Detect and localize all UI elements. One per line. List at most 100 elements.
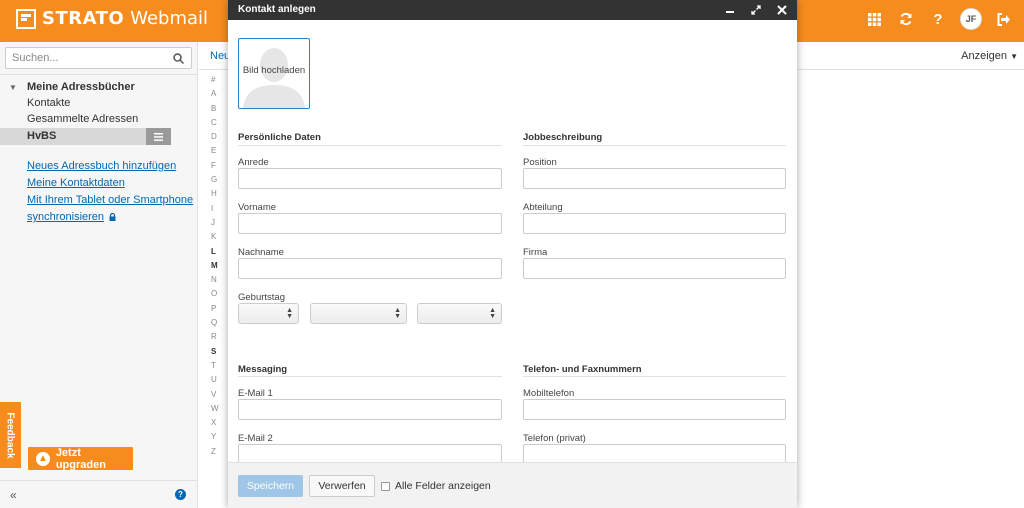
- feedback-tab[interactable]: Feedback: [0, 402, 21, 468]
- addressbook-item-label: HvBS: [27, 130, 57, 142]
- discard-button[interactable]: Verwerfen: [309, 475, 375, 497]
- company-label: Firma: [523, 247, 548, 258]
- collapse-sidebar-icon[interactable]: «: [10, 488, 17, 502]
- sidebar-divider: [0, 74, 198, 75]
- alphabet-letter[interactable]: V: [211, 388, 221, 402]
- product-name: Webmail: [130, 8, 209, 29]
- alphabet-letter[interactable]: H: [211, 187, 221, 201]
- department-label: Abteilung: [523, 202, 563, 213]
- alphabet-letter[interactable]: C: [211, 116, 221, 130]
- lastname-field[interactable]: [238, 258, 502, 279]
- alphabet-letter[interactable]: O: [211, 287, 221, 301]
- section-divider: [238, 145, 502, 146]
- alphabet-letter[interactable]: I: [211, 202, 221, 216]
- birthday-label: Geburtstag: [238, 292, 285, 303]
- brand-name: STRATO: [42, 8, 125, 29]
- firstname-label: Vorname: [238, 202, 277, 213]
- lock-icon: [109, 213, 116, 221]
- maximize-icon[interactable]: [749, 3, 763, 17]
- alphabet-letter[interactable]: N: [211, 273, 221, 287]
- section-title-phone: Telefon- und Faxnummern: [523, 364, 642, 375]
- section-divider: [523, 145, 786, 146]
- minimize-icon[interactable]: [723, 3, 737, 17]
- alphabet-letter[interactable]: U: [211, 373, 221, 387]
- alphabet-letter[interactable]: S: [211, 345, 221, 359]
- email1-field[interactable]: [238, 399, 502, 420]
- sync-link-label: synchronisieren: [27, 211, 105, 223]
- section-title-messaging: Messaging: [238, 364, 288, 375]
- search-input[interactable]: [6, 48, 166, 68]
- birthday-day-select[interactable]: ▲ ▼: [238, 303, 299, 324]
- alphabet-letter[interactable]: M: [211, 259, 221, 273]
- birthday-year-select[interactable]: ▲ ▼: [417, 303, 502, 324]
- alphabet-letter[interactable]: #: [211, 73, 221, 87]
- sync-devices-link[interactable]: Mit Ihrem Tablet oder Smartphone: [27, 194, 193, 206]
- alphabet-letter[interactable]: G: [211, 173, 221, 187]
- addressbook-item[interactable]: Gesammelte Adressen: [27, 113, 138, 125]
- upload-photo-label: Bild hochladen: [242, 65, 306, 76]
- alphabet-letter[interactable]: A: [211, 87, 221, 101]
- alphabet-letter[interactable]: B: [211, 102, 221, 116]
- show-all-fields-label[interactable]: Alle Felder anzeigen: [395, 480, 491, 492]
- alphabet-letter[interactable]: F: [211, 159, 221, 173]
- alphabet-letter[interactable]: E: [211, 144, 221, 158]
- email1-label: E-Mail 1: [238, 388, 273, 399]
- section-title-job: Jobbeschreibung: [523, 132, 603, 143]
- feedback-label: Feedback: [5, 411, 17, 459]
- save-button[interactable]: Speichern: [238, 475, 303, 497]
- alphabet-letter[interactable]: Q: [211, 316, 221, 330]
- refresh-icon[interactable]: [896, 9, 916, 29]
- my-contact-data-link[interactable]: Meine Kontaktdaten: [27, 177, 125, 189]
- alphabet-letter[interactable]: P: [211, 302, 221, 316]
- show-all-fields-checkbox[interactable]: [381, 482, 390, 491]
- avatar[interactable]: JF: [960, 8, 982, 30]
- create-contact-dialog: Kontakt anlegen Bild hochladen Persönlic…: [228, 0, 797, 508]
- alphabet-letter[interactable]: R: [211, 330, 221, 344]
- section-divider: [523, 376, 786, 377]
- company-field[interactable]: [523, 258, 786, 279]
- alphabet-letter[interactable]: K: [211, 230, 221, 244]
- strato-logo[interactable]: STRATO Webmail: [16, 8, 208, 29]
- birthday-month-select[interactable]: ▲ ▼: [310, 303, 407, 324]
- position-label: Position: [523, 157, 557, 168]
- lastname-label: Nachname: [238, 247, 284, 258]
- section-divider: [238, 376, 502, 377]
- sidebar-footer: « ?: [0, 480, 198, 508]
- apps-grid-icon[interactable]: [864, 9, 884, 29]
- salutation-field[interactable]: [238, 168, 502, 189]
- dialog-header: Kontakt anlegen: [228, 0, 797, 20]
- alphabet-letter[interactable]: L: [211, 245, 221, 259]
- caret-down-icon[interactable]: ▼: [9, 83, 27, 92]
- sync-link[interactable]: synchronisieren: [27, 211, 116, 223]
- alphabet-letter[interactable]: D: [211, 130, 221, 144]
- addressbook-tree-header[interactable]: ▼ Meine Adressbücher: [9, 81, 135, 93]
- dialog-footer: Speichern Verwerfen Alle Felder anzeigen: [228, 462, 797, 508]
- alphabet-letter[interactable]: X: [211, 416, 221, 430]
- alphabet-letter[interactable]: J: [211, 216, 221, 230]
- help-icon[interactable]: ?: [928, 9, 948, 29]
- close-icon[interactable]: [775, 3, 789, 17]
- search-icon[interactable]: [173, 53, 184, 64]
- caret-down-icon: ▼: [1010, 52, 1018, 61]
- alphabet-letter[interactable]: T: [211, 359, 221, 373]
- view-menu-button[interactable]: Anzeigen ▼: [961, 50, 1018, 62]
- position-field[interactable]: [523, 168, 786, 189]
- help-icon[interactable]: ?: [175, 489, 186, 500]
- alphabet-index: # A B C D E F G H I J K L M N O P Q R S T U V W X Y Z: [211, 73, 221, 459]
- alphabet-letter[interactable]: Y: [211, 430, 221, 444]
- addressbook-item[interactable]: Kontakte: [27, 97, 70, 109]
- add-addressbook-link[interactable]: Neues Adressbuch hinzufügen: [27, 160, 176, 172]
- strato-logo-icon: [16, 8, 36, 29]
- upload-photo-button[interactable]: Bild hochladen: [238, 38, 310, 109]
- logout-icon[interactable]: [994, 9, 1014, 29]
- dialog-title: Kontakt anlegen: [238, 4, 316, 15]
- mobile-field[interactable]: [523, 399, 786, 420]
- upgrade-button[interactable]: ▲ Jetzt upgraden: [28, 447, 133, 471]
- salutation-label: Anrede: [238, 157, 269, 168]
- alphabet-letter[interactable]: W: [211, 402, 221, 416]
- alphabet-letter[interactable]: Z: [211, 445, 221, 459]
- firstname-field[interactable]: [238, 213, 502, 234]
- tree-title: Meine Adressbücher: [27, 81, 135, 93]
- hamburger-menu-icon[interactable]: [146, 128, 171, 145]
- department-field[interactable]: [523, 213, 786, 234]
